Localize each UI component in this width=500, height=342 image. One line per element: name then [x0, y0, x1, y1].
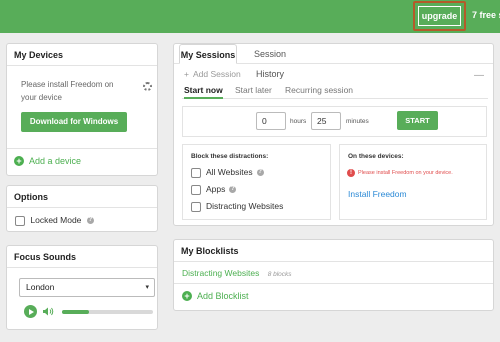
blocklists-divider — [174, 283, 493, 284]
block-distractions-panel: Block these distractions: All Websites? … — [182, 144, 331, 220]
devices-heading: On these devices: — [348, 153, 404, 160]
volume-slider[interactable] — [62, 310, 153, 314]
help-icon[interactable]: ? — [86, 217, 94, 225]
plus-icon: + — [184, 69, 189, 79]
minutes-unit-label: minutes — [346, 118, 369, 125]
free-sessions-text: 7 free s — [472, 10, 500, 20]
collapse-icon[interactable]: — — [474, 70, 484, 81]
subtab-start-later[interactable]: Start later — [235, 83, 272, 97]
add-session-link[interactable]: + Add Session — [184, 69, 241, 79]
install-message: Please install Freedom on your device — [21, 80, 114, 102]
plus-circle-icon: + — [14, 156, 24, 166]
locked-mode-option[interactable]: Locked Mode ? — [15, 215, 94, 226]
devices-panel: On these devices: ! Please install Freed… — [339, 144, 487, 220]
sessions-card: My Sessions Session History + Add Session… — [173, 43, 494, 226]
hours-unit-label: hours — [290, 118, 307, 125]
dropdown-caret-icon: ▾ — [145, 284, 149, 291]
hours-input[interactable]: 0 — [256, 112, 286, 130]
devices-card: My Devices Please install Freedom on you… — [6, 43, 158, 176]
devices-warning-text: Please install Freedom on your device. — [358, 170, 453, 176]
blocklist-count: 8 blocks — [267, 271, 292, 278]
sound-select[interactable]: London ▾ — [19, 278, 155, 297]
devices-warning: ! Please install Freedom on your device. — [347, 169, 453, 177]
apps-checkbox[interactable] — [191, 184, 201, 195]
options-title: Options — [7, 186, 157, 208]
minutes-input[interactable]: 25 — [311, 112, 341, 130]
apps-label: Apps — [206, 184, 226, 194]
locked-mode-checkbox[interactable] — [15, 215, 25, 226]
subtab-start-now[interactable]: Start now — [184, 83, 223, 99]
blocklist-name-link[interactable]: Distracting Websites — [182, 268, 259, 278]
blocklists-card: My Blocklists Distracting Websites 8 blo… — [173, 239, 494, 311]
devices-divider — [7, 148, 157, 149]
download-windows-button[interactable]: Download for Windows — [21, 112, 127, 132]
options-card: Options Locked Mode ? — [6, 185, 158, 232]
session-type-tabs: Start now Start later Recurring session — [182, 83, 488, 99]
help-icon[interactable]: ? — [229, 186, 237, 194]
tab-session-history[interactable]: Session History — [240, 44, 300, 79]
add-blocklist-link[interactable]: + Add Blocklist — [182, 291, 249, 301]
loading-spinner-icon — [143, 82, 152, 91]
subtab-recurring-session[interactable]: Recurring session — [285, 83, 353, 97]
add-session-label: Add Session — [192, 69, 241, 79]
add-device-label: Add a device — [29, 156, 82, 166]
devices-title: My Devices — [7, 44, 157, 66]
volume-slider-fill — [62, 310, 90, 314]
blocklists-title: My Blocklists — [174, 240, 493, 262]
sessions-tabs: My Sessions Session History — [174, 44, 493, 79]
option-distracting-websites[interactable]: Distracting Websites — [191, 201, 283, 212]
start-button[interactable]: START — [397, 111, 438, 130]
top-bar: upgrade 7 free s — [0, 0, 500, 33]
locked-mode-label: Locked Mode — [30, 215, 82, 225]
option-all-websites[interactable]: All Websites? — [191, 167, 264, 178]
tab-my-sessions[interactable]: My Sessions — [179, 44, 237, 64]
upgrade-highlight: upgrade — [413, 1, 466, 31]
list-item: Distracting Websites 8 blocks — [182, 268, 292, 278]
warning-icon: ! — [347, 169, 355, 177]
upgrade-button[interactable]: upgrade — [418, 6, 461, 26]
focus-sounds-card: Focus Sounds London ▾ — [6, 245, 158, 330]
add-blocklist-label: Add Blocklist — [197, 291, 249, 301]
play-icon[interactable] — [24, 305, 37, 318]
all-websites-label: All Websites — [206, 167, 253, 177]
distracting-websites-label: Distracting Websites — [206, 201, 284, 211]
all-websites-checkbox[interactable] — [191, 167, 201, 178]
plus-circle-icon: + — [182, 291, 192, 301]
help-icon[interactable]: ? — [256, 169, 264, 177]
install-freedom-link[interactable]: Install Freedom — [348, 189, 407, 199]
add-device-link[interactable]: + Add a device — [14, 156, 81, 166]
block-heading: Block these distractions: — [191, 153, 269, 160]
volume-icon[interactable] — [43, 307, 54, 316]
sound-select-value: London — [26, 282, 55, 292]
duration-panel: 0 hours 25 minutes START — [182, 106, 487, 137]
distracting-websites-checkbox[interactable] — [191, 201, 201, 212]
option-apps[interactable]: Apps? — [191, 184, 237, 195]
focus-sounds-title: Focus Sounds — [7, 246, 157, 268]
